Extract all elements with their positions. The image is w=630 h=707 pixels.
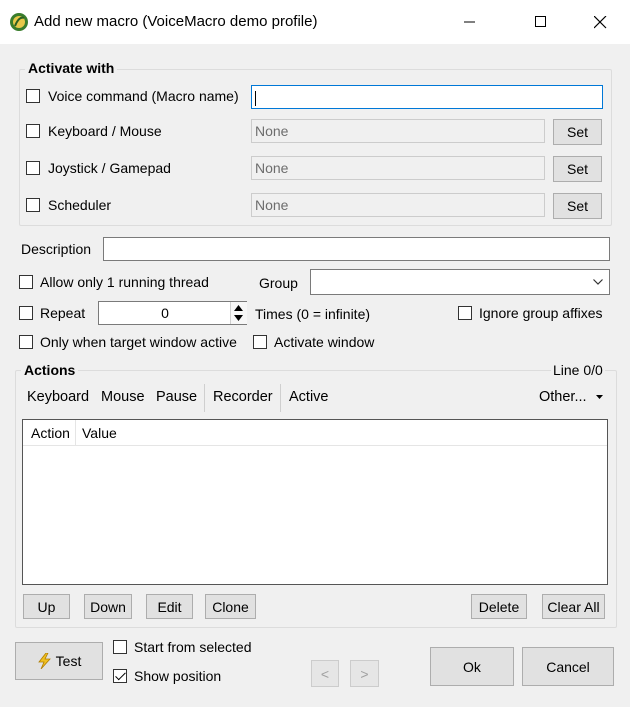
toolbar-separator (280, 384, 281, 412)
show-position-label: Show position (134, 668, 222, 684)
voicemacro-app-icon (9, 12, 29, 32)
show-position-checkbox[interactable] (113, 669, 127, 683)
repeat-checkbox[interactable] (19, 306, 33, 320)
scheduler-checkbox[interactable] (26, 198, 40, 212)
joystick-gamepad-field: None (251, 156, 545, 180)
minimize-button[interactable] (447, 0, 493, 44)
repeat-count-value: 0 (161, 305, 169, 321)
ignore-group-affixes-checkbox[interactable] (458, 306, 472, 320)
list-header: Action Value (23, 420, 607, 446)
delete-button[interactable]: Delete (471, 594, 527, 619)
window-title: Add new macro (VoiceMacro demo profile) (34, 13, 318, 30)
spin-down-icon[interactable] (234, 315, 243, 321)
close-button[interactable] (577, 0, 623, 44)
maximize-icon (535, 16, 546, 27)
spin-up-icon[interactable] (234, 305, 243, 311)
repeat-label: Repeat (40, 305, 86, 321)
keyboard-tool-button[interactable]: Keyboard (27, 389, 89, 405)
ignore-group-affixes-label: Ignore group affixes (479, 305, 603, 321)
column-header-action[interactable]: Action (23, 420, 76, 445)
column-header-action-label: Action (31, 425, 70, 441)
actions-label: Actions (21, 362, 79, 378)
activate-with-label: Activate with (25, 60, 118, 76)
joystick-gamepad-label: Joystick / Gamepad (48, 160, 171, 176)
next-button[interactable]: > (350, 660, 379, 687)
keyboard-mouse-field: None (251, 119, 545, 143)
description-input[interactable] (103, 237, 610, 261)
active-tool-button[interactable]: Active (289, 389, 329, 405)
minimize-icon (464, 21, 475, 23)
only-target-window-checkbox[interactable] (19, 335, 33, 349)
down-button[interactable]: Down (84, 594, 132, 619)
clear-all-button[interactable]: Clear All (542, 594, 605, 619)
keyboard-mouse-checkbox[interactable] (26, 124, 40, 138)
repeat-count-input[interactable]: 0 (98, 301, 247, 325)
column-header-value[interactable]: Value (76, 420, 276, 445)
start-from-selected-checkbox[interactable] (113, 640, 127, 654)
cancel-button[interactable]: Cancel (522, 647, 614, 686)
clone-button[interactable]: Clone (205, 594, 256, 619)
chevron-down-icon (593, 279, 603, 285)
dropdown-arrow-icon (595, 395, 603, 400)
keyboard-mouse-label: Keyboard / Mouse (48, 123, 162, 139)
recorder-tool-button[interactable]: Recorder (213, 389, 273, 405)
close-icon (593, 15, 606, 28)
text-cursor (255, 90, 256, 106)
activate-window-checkbox[interactable] (253, 335, 267, 349)
allow-one-thread-checkbox[interactable] (19, 275, 33, 289)
lightning-icon (37, 653, 51, 669)
set-joystick-button[interactable]: Set (553, 156, 602, 182)
edit-button[interactable]: Edit (146, 594, 193, 619)
activate-window-label: Activate window (274, 334, 375, 350)
title-bar: Add new macro (VoiceMacro demo profile) (0, 0, 630, 44)
previous-button[interactable]: < (311, 660, 339, 687)
ok-button[interactable]: Ok (430, 647, 514, 686)
description-label: Description (21, 241, 92, 257)
maximize-button[interactable] (518, 0, 564, 44)
other-tool-label: Other... (539, 389, 587, 405)
set-scheduler-button[interactable]: Set (553, 193, 602, 219)
voice-command-label: Voice command (Macro name) (48, 88, 239, 104)
group-label: Group (259, 275, 298, 291)
column-header-value-label: Value (82, 425, 117, 441)
only-target-window-label: Only when target window active (40, 334, 237, 350)
other-tool-button[interactable]: Other... (539, 389, 603, 405)
pause-tool-button[interactable]: Pause (156, 389, 197, 405)
line-status: Line 0/0 (551, 362, 605, 378)
mouse-tool-button[interactable]: Mouse (101, 389, 145, 405)
start-from-selected-label: Start from selected (134, 639, 252, 655)
voice-command-input[interactable] (251, 85, 603, 109)
voice-command-checkbox[interactable] (26, 89, 40, 103)
toolbar-separator (204, 384, 205, 412)
allow-one-thread-label: Allow only 1 running thread (40, 274, 209, 290)
joystick-gamepad-checkbox[interactable] (26, 161, 40, 175)
scheduler-label: Scheduler (48, 197, 112, 213)
test-button[interactable]: Test (15, 642, 103, 680)
repeat-spinner[interactable] (230, 302, 247, 324)
group-select[interactable] (310, 269, 610, 295)
test-button-label: Test (55, 653, 82, 669)
set-keyboard-button[interactable]: Set (553, 119, 602, 145)
scheduler-field: None (251, 193, 545, 217)
actions-list[interactable]: Action Value (22, 419, 608, 585)
up-button[interactable]: Up (23, 594, 70, 619)
times-label: Times (0 = infinite) (255, 306, 371, 322)
